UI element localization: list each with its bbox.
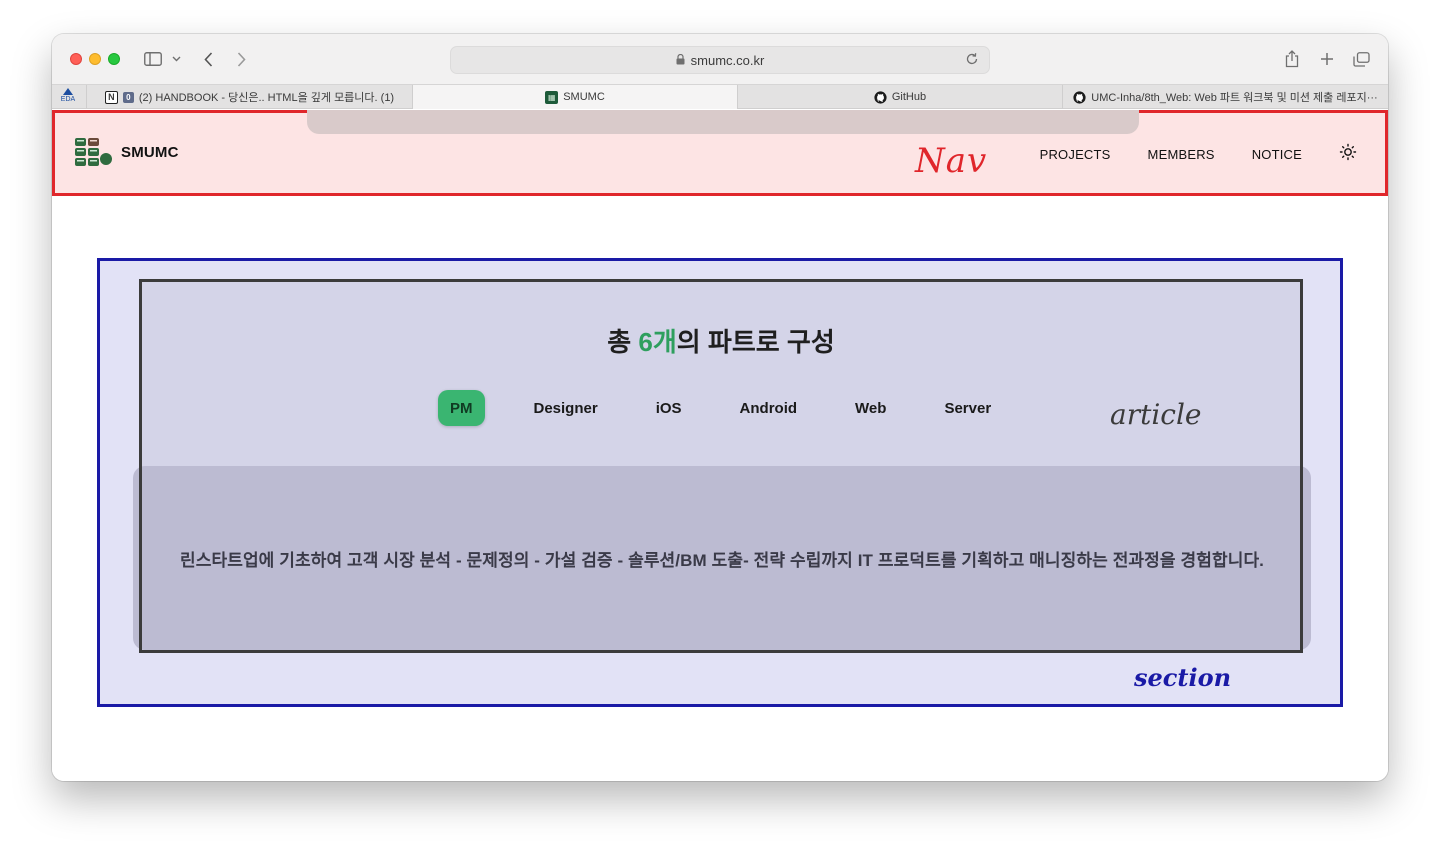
minimize-window-button[interactable] [89,53,101,65]
site-nav: SMUMC Nav PROJECTS MEMBERS NOTICE [52,110,1388,196]
part-tabs: PM Designer iOS Android Web Server [438,390,1020,426]
tab-bar: EDA N 0 (2) HANDBOOK - 당신은.. HTML을 깊게 모릅… [52,84,1388,109]
github-icon [874,90,887,104]
nav-link-notice[interactable]: NOTICE [1252,147,1302,162]
nav-annotation: Nav [915,141,988,181]
tab-github[interactable]: GitHub [737,85,1062,109]
github-icon [1073,90,1086,104]
forward-icon[interactable] [233,48,249,70]
pinned-tab[interactable]: EDA [58,87,78,107]
section-annotation: section [1134,663,1232,692]
nav-link-members[interactable]: MEMBERS [1148,147,1215,162]
browser-toolbar: smumc.co.kr [52,34,1388,84]
smumc-favicon: ▦ [545,90,559,104]
tab-label: GitHub [891,91,927,103]
smumc-logo-icon [75,138,113,166]
logo-text: SMUMC [121,143,179,161]
sidebar-toggle-icon[interactable] [142,48,164,70]
notion-icon: N [104,90,118,104]
part-description-box: 린스타트업에 기초하여 고객 시장 분석 - 문제정의 - 가설 검증 - 솔루… [133,466,1311,650]
parts-section: 총 6개의 파트로 구성 PM Designer iOS Android Web… [97,258,1343,707]
chevron-down-icon[interactable] [170,48,182,70]
nav-menu: PROJECTS MEMBERS NOTICE [1040,143,1357,166]
tab-umc-inha[interactable]: UMC-Inha/8th_Web: Web 파트 워크북 및 미션 제출 레포지… [1062,85,1388,109]
tab-label: UMC-Inha/8th_Web: Web 파트 워크북 및 미션 제출 레포지… [1091,92,1378,104]
url-text: smumc.co.kr [690,52,765,68]
tab-pm[interactable]: PM [438,390,485,426]
new-tab-icon[interactable] [1317,48,1337,70]
tab-overview-icon[interactable] [1351,48,1371,70]
lock-icon [676,53,685,68]
tab-label: SMUMC [563,91,605,103]
tab-web[interactable]: Web [826,390,915,426]
article-annotation: article [1110,398,1202,431]
tab-smumc[interactable]: ▦ SMUMC [412,85,737,109]
headline-suffix: 의 파트로 구성 [676,327,835,357]
nav-link-projects[interactable]: PROJECTS [1040,147,1111,162]
zoom-window-button[interactable] [108,53,120,65]
tab-server[interactable]: Server [915,390,1020,426]
tab-android[interactable]: Android [711,390,827,426]
web-page: SMUMC Nav PROJECTS MEMBERS NOTICE 총 6개의 … [52,110,1388,781]
tab-designer[interactable]: Designer [505,390,627,426]
address-bar[interactable]: smumc.co.kr [450,46,990,74]
tab-ios[interactable]: iOS [627,390,711,426]
close-window-button[interactable] [70,53,82,65]
headline-count: 6개 [638,327,677,357]
share-icon[interactable] [1282,48,1302,70]
headline-prefix: 총 [607,327,639,357]
browser-window: smumc.co.kr EDA N 0 (2) HANDBOOK - 당신은..… [52,34,1388,781]
parts-headline: 총 6개의 파트로 구성 [142,322,1300,359]
pinned-tab-icon [63,88,73,95]
site-logo[interactable]: SMUMC [75,138,179,166]
notification-badge-icon: 0 [122,91,134,103]
reload-icon[interactable] [965,52,979,69]
scroll-indicator [307,110,1139,134]
sun-icon[interactable] [1339,143,1357,166]
pinned-tab-label: EDA [60,96,76,103]
tab-handbook[interactable]: N 0 (2) HANDBOOK - 당신은.. HTML을 깊게 모릅니다. … [86,85,412,109]
tab-label: (2) HANDBOOK - 당신은.. HTML을 깊게 모릅니다. (1) [138,92,395,104]
part-description: 린스타트업에 기초하여 고객 시장 분석 - 문제정의 - 가설 검증 - 솔루… [179,550,1265,570]
back-icon[interactable] [200,48,216,70]
